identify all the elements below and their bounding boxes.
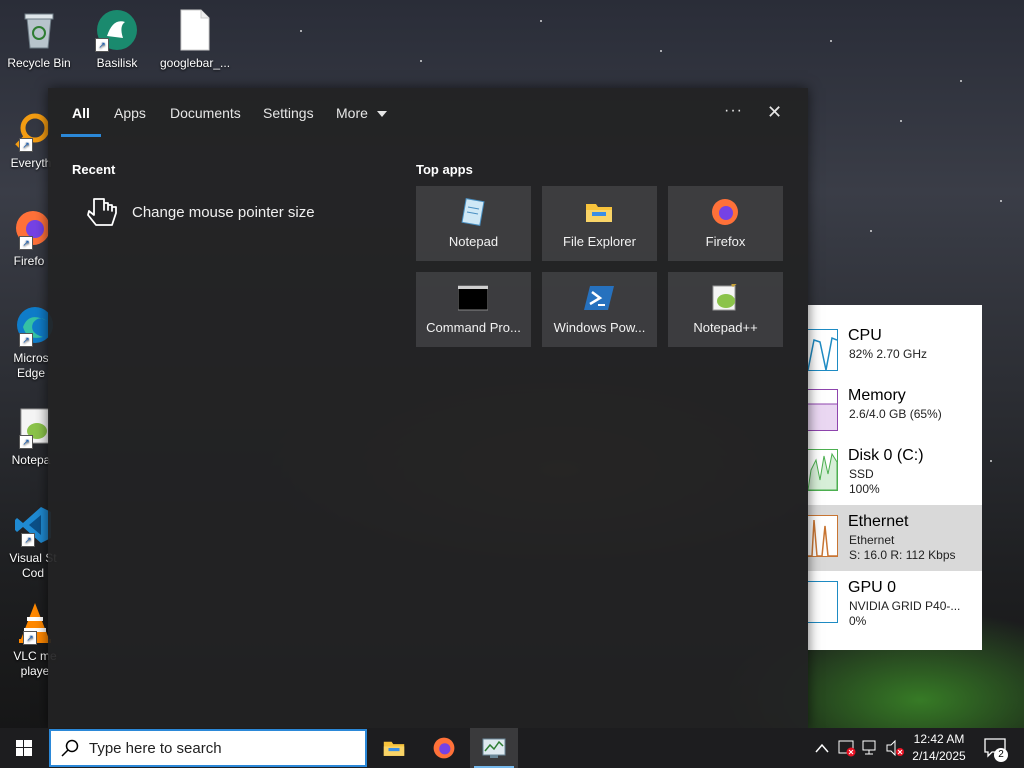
top-app-powershell[interactable]: Windows Pow...	[542, 272, 657, 347]
caret-down-icon	[376, 111, 387, 118]
tm-item-memory[interactable]: Memory 2.6/4.0 GB (65%)	[808, 379, 982, 445]
top-app-file-explorer[interactable]: File Explorer	[542, 186, 657, 261]
tab-more[interactable]: More	[336, 105, 388, 121]
basilisk-icon: ↗	[95, 8, 139, 52]
recent-item[interactable]: Change mouse pointer size	[84, 194, 344, 230]
top-app-label: Firefox	[705, 234, 746, 249]
memory-graph	[808, 389, 838, 431]
tm-item-title: Memory	[848, 387, 906, 404]
top-app-label: Notepad++	[693, 320, 758, 335]
chevron-up-icon[interactable]	[815, 743, 829, 753]
taskbar: 12:42 AM 2/14/2025 2	[0, 728, 1024, 768]
taskbar-file-explorer[interactable]	[370, 728, 418, 768]
desktop-icon-googlebar[interactable]: googlebar_...	[156, 8, 234, 71]
shortcut-arrow-icon: ↗	[19, 236, 33, 250]
desktop-icon-label: Recycle Bin	[7, 56, 71, 70]
edge-icon: ↗	[9, 303, 53, 347]
action-center-button[interactable]: 2	[978, 728, 1022, 768]
task-manager-icon	[482, 738, 506, 758]
recycle-bin-icon	[17, 8, 61, 52]
desktop-icon-recycle-bin[interactable]: Recycle Bin	[0, 8, 78, 71]
top-app-label: Windows Pow...	[553, 320, 646, 335]
top-app-notepad[interactable]: Notepad	[416, 186, 531, 261]
recent-item-label: Change mouse pointer size	[132, 204, 315, 221]
ethernet-graph	[808, 515, 838, 557]
top-app-firefox[interactable]: Firefox	[668, 186, 783, 261]
tm-item-disk[interactable]: Disk 0 (C:) SSD 100%	[807, 439, 982, 505]
tm-item-ethernet[interactable]: Ethernet Ethernet S: 16.0 R: 112 Kbps	[808, 505, 982, 571]
notification-count-badge: 2	[994, 748, 1008, 762]
volume-muted-icon[interactable]	[886, 739, 904, 757]
firefox-icon	[712, 199, 738, 225]
top-app-notepadpp[interactable]: Notepad++	[668, 272, 783, 347]
notepad-icon	[461, 198, 485, 226]
tm-item-title: Disk 0 (C:)	[848, 447, 924, 464]
close-icon[interactable]: ✕	[767, 102, 782, 123]
desktop-icon-basilisk[interactable]: ↗ Basilisk	[78, 8, 156, 71]
start-button[interactable]	[0, 728, 48, 768]
tab-apps[interactable]: Apps	[114, 105, 146, 121]
shortcut-arrow-icon: ↗	[19, 435, 33, 449]
tab-all[interactable]: All	[72, 105, 90, 121]
more-options-icon[interactable]: ···	[724, 102, 743, 120]
shortcut-arrow-icon: ↗	[19, 138, 33, 152]
network-icon[interactable]	[862, 739, 880, 757]
hand-pointer-icon	[87, 198, 117, 226]
taskbar-task-manager[interactable]	[470, 728, 518, 768]
tm-item-detail: SSD	[849, 467, 874, 481]
tm-item-cpu[interactable]: CPU 82% 2.70 GHz	[807, 319, 982, 385]
disk-graph	[807, 449, 838, 491]
search-icon	[61, 739, 79, 757]
taskbar-search-box[interactable]	[49, 729, 367, 767]
tab-documents[interactable]: Documents	[170, 105, 241, 121]
folder-icon	[586, 204, 612, 222]
tm-item-detail: Ethernet	[849, 533, 895, 547]
security-warning-icon[interactable]	[838, 739, 856, 757]
top-app-label: Notepad	[448, 234, 499, 249]
task-manager-performance-panel: CPU 82% 2.70 GHz Memory 2.6/4.0 GB (65%)…	[807, 305, 982, 650]
notepadpp-icon: ↗	[9, 405, 53, 449]
top-app-label: Command Pro...	[426, 320, 521, 335]
windows-logo-icon	[16, 740, 32, 756]
powershell-icon	[584, 286, 614, 310]
desktop-icon-label: googlebar_...	[159, 56, 231, 70]
shortcut-arrow-icon: ↗	[21, 533, 35, 547]
desktop-icon-label: Basilisk	[96, 56, 138, 70]
file-icon	[173, 8, 217, 52]
taskbar-firefox[interactable]	[420, 728, 468, 768]
tm-item-title: GPU 0	[848, 579, 897, 596]
gpu-graph	[808, 581, 838, 623]
tm-item-detail-2: S: 16.0 R: 112 Kbps	[849, 548, 956, 562]
clock-date: 2/14/2025	[912, 749, 966, 763]
file-explorer-icon	[383, 741, 405, 756]
search-panel: All Apps Documents Settings More ··· ✕ R…	[48, 88, 808, 728]
tm-item-detail: 2.6/4.0 GB (65%)	[849, 407, 942, 421]
tm-item-detail: 82% 2.70 GHz	[849, 347, 928, 361]
shortcut-arrow-icon: ↗	[95, 38, 109, 52]
cpu-graph	[807, 329, 838, 371]
notepadpp-icon	[712, 284, 737, 311]
tm-item-title: CPU	[848, 327, 882, 344]
top-app-command-prompt[interactable]: Command Pro...	[416, 272, 531, 347]
tm-item-detail: NVIDIA GRID P40-...	[849, 599, 961, 613]
search-input[interactable]	[87, 739, 351, 758]
tm-item-detail-2: 0%	[849, 614, 867, 628]
top-apps-heading: Top apps	[416, 162, 473, 177]
everything-search-icon: ↗	[9, 108, 53, 152]
tm-item-title: Ethernet	[848, 513, 909, 530]
shortcut-arrow-icon: ↗	[23, 631, 37, 645]
active-tab-indicator	[61, 134, 101, 137]
command-prompt-icon	[458, 285, 488, 311]
top-app-label: File Explorer	[563, 234, 636, 249]
firefox-icon: ↗	[7, 206, 51, 250]
shortcut-arrow-icon: ↗	[19, 333, 33, 347]
tab-settings[interactable]: Settings	[263, 105, 314, 121]
tm-item-detail-2: 100%	[849, 482, 880, 496]
firefox-icon	[433, 737, 455, 759]
tab-more-label: More	[336, 105, 368, 121]
tm-item-gpu[interactable]: GPU 0 NVIDIA GRID P40-... 0%	[808, 571, 982, 637]
recent-heading: Recent	[72, 162, 116, 177]
clock-time: 12:42 AM	[913, 732, 965, 746]
